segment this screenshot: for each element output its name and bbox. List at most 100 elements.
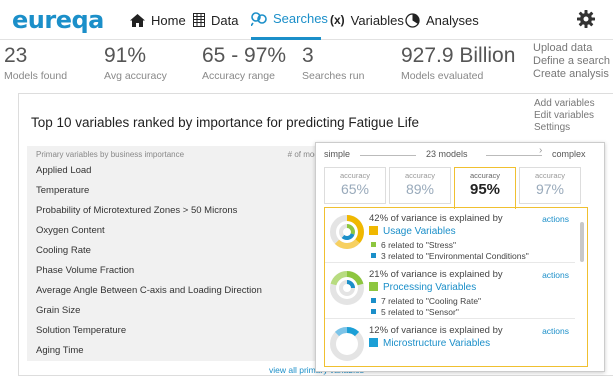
variable-name: Applied Load (36, 165, 92, 176)
nav-analyses[interactable]: Analyses (405, 0, 479, 40)
list-item[interactable]: Aging Time2 (27, 341, 333, 361)
create-analysis-link[interactable]: Create analysis (533, 68, 610, 81)
swatch (369, 282, 378, 291)
accuracy-tab[interactable]: accuracy 65% (324, 167, 386, 204)
group-name: Processing Variables (383, 282, 477, 293)
variance-percent: 21% (369, 269, 389, 280)
stat-models-evaluated: 927.9 Billion Models evaluated (401, 44, 515, 82)
actions-link[interactable]: actions (542, 270, 569, 280)
variable-group: 21% of variance is explained by actions … (325, 264, 575, 319)
gear-icon[interactable] (577, 10, 595, 33)
stat-models-found: 23 Models found (4, 44, 67, 82)
relation-item: 5 related to "Sensor" (371, 307, 459, 317)
bullet (371, 253, 376, 258)
stat-value: 3 (302, 44, 314, 67)
list-item[interactable]: Oxygen Content16 (27, 221, 333, 241)
accuracy-tab[interactable]: accuracy 89% (389, 167, 451, 204)
variable-name: Temperature (36, 185, 90, 196)
scale-simple-label: simple (324, 149, 351, 159)
scrollbar[interactable] (580, 222, 584, 262)
accuracy-label: accuracy (339, 171, 370, 180)
accuracy-value: 97% (535, 181, 565, 197)
list-item[interactable]: Grain Size7 (27, 301, 333, 321)
list-header: Primary variables by business importance (36, 150, 185, 159)
variable-name: Aging Time (36, 345, 84, 356)
group-name-link[interactable]: Usage Variables (369, 226, 456, 237)
define-search-link[interactable]: Define a search (533, 55, 610, 68)
list-item[interactable]: Probability of Microtextured Zones > 50 … (27, 201, 333, 221)
usage-donut-icon (330, 215, 364, 249)
accuracy-value: 95% (469, 181, 501, 198)
accuracy-tab-selected[interactable]: accuracy 95% (454, 167, 516, 209)
list-item[interactable]: Solution Temperature3 (27, 321, 333, 341)
accuracy-label: accuracy (469, 171, 500, 180)
panel-actions: Add variables Edit variables Settings (534, 98, 595, 134)
actions-link[interactable]: actions (542, 214, 569, 224)
accuracy-value: 89% (405, 181, 435, 197)
stat-label: Avg accuracy (104, 70, 167, 82)
accuracy-label: accuracy (404, 171, 435, 180)
top-nav: eureqa Home Data Searches (x) Variables … (0, 0, 613, 40)
scale-line (360, 155, 416, 156)
list-item[interactable]: Cooling Rate14 (27, 241, 333, 261)
variance-text: 42% of variance is explained by (369, 213, 503, 224)
list-item[interactable]: Temperature21 (27, 181, 333, 201)
stat-label: Models evaluated (401, 70, 484, 82)
variance-caption: of variance is explained by (388, 325, 503, 336)
list-item[interactable]: Phase Volume Fraction11 (27, 261, 333, 281)
nav-variables[interactable]: (x) Variables (330, 0, 404, 40)
processing-donut-icon (330, 271, 364, 305)
stat-searches-run: 3 Searches run (302, 44, 364, 82)
variable-name: Probability of Microtextured Zones > 50 … (36, 205, 238, 216)
nav-home-label: Home (151, 12, 186, 28)
quick-actions: Upload data Define a search Create analy… (533, 42, 610, 81)
nav-data[interactable]: Data (193, 0, 238, 40)
searches-icon (251, 11, 267, 26)
scale-complex-label: complex (552, 149, 586, 159)
nav-home[interactable]: Home (130, 0, 186, 40)
stat-label: Accuracy range (202, 70, 275, 82)
accuracy-value: 65% (340, 181, 370, 197)
swatch (369, 338, 378, 347)
relation-item: 3 related to "Environmental Conditions" (371, 251, 529, 261)
accuracy-tab[interactable]: accuracy 97% (519, 167, 581, 204)
group-name-link[interactable]: Microstructure Variables (369, 338, 490, 349)
settings-link[interactable]: Settings (534, 122, 595, 134)
stat-value: 23 (4, 44, 28, 67)
models-count-label: 23 models (426, 149, 468, 159)
list-item[interactable]: Average Angle Between C-axis and Loading… (27, 281, 333, 301)
variance-text: 21% of variance is explained by (369, 269, 503, 280)
swatch (369, 226, 378, 235)
group-name-link[interactable]: Processing Variables (369, 282, 476, 293)
group-name: Microstructure Variables (383, 338, 491, 349)
bullet (371, 309, 376, 314)
pie-chart-icon (405, 12, 420, 28)
variable-name: Cooling Rate (36, 245, 91, 256)
variable-group: 12% of variance is explained by actions … (325, 320, 575, 366)
list-item[interactable]: Applied Load23 (27, 161, 333, 181)
stat-accuracy-range: 65 - 97% Accuracy range (202, 44, 286, 82)
stat-label: Searches run (302, 70, 365, 82)
eureqa-logo[interactable]: eureqa (12, 6, 104, 34)
stats-bar: 23 Models found 91% Avg accuracy 65 - 97… (0, 40, 613, 90)
nav-searches[interactable]: Searches (251, 0, 328, 40)
stat-label: Models found (4, 70, 68, 82)
stat-value: 91% (104, 44, 147, 67)
stat-value: 65 - 97% (202, 44, 287, 67)
edit-variables-link[interactable]: Edit variables (534, 110, 595, 122)
variable-name: Phase Volume Fraction (36, 265, 135, 276)
table-icon (193, 13, 205, 27)
upload-data-link[interactable]: Upload data (533, 42, 610, 55)
relation-text: 6 related to "Stress" (381, 240, 457, 250)
nav-searches-label: Searches (273, 11, 328, 26)
variance-percent: 42% (369, 213, 389, 224)
nav-variables-label: Variables (350, 12, 404, 28)
nav-analyses-label: Analyses (426, 12, 479, 28)
actions-link[interactable]: actions (542, 326, 569, 336)
bullet (371, 242, 376, 247)
relation-item: 6 related to "Stress" (371, 240, 456, 250)
add-variables-link[interactable]: Add variables (534, 98, 595, 110)
variable-name: Grain Size (36, 305, 81, 316)
variance-caption: of variance is explained by (388, 213, 503, 224)
arrow-right-icon: › (539, 145, 543, 156)
